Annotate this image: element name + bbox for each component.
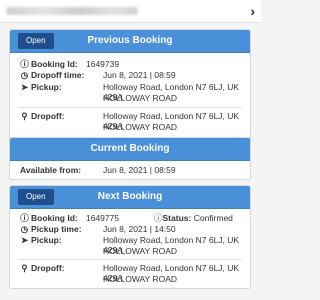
- previous-booking-header: Previous Booking Open: [10, 30, 250, 53]
- location-arrow-icon: ➤: [20, 235, 29, 245]
- pickup-label: Pickup:: [31, 82, 62, 92]
- current-booking-header: Current Booking: [10, 138, 250, 161]
- current-booking-card: Current Booking Available from: Jun 8, 2…: [9, 137, 251, 180]
- status-label: Status:: [162, 213, 192, 223]
- booking-id-label: Booking Id:: [31, 213, 78, 223]
- current-booking-title: Current Booking: [90, 143, 170, 154]
- dropoff-time-value: Jun 8, 2021 | 08:59: [103, 70, 176, 80]
- redacted-account-name: [6, 7, 138, 15]
- available-from-label: Available from:: [20, 165, 82, 175]
- status-value: Confirmed: [193, 213, 233, 223]
- previous-open-button[interactable]: Open: [18, 33, 54, 49]
- dropoff-address-line2: HOLLOWAY ROAD: [103, 274, 177, 284]
- booking-id-value: 1649739: [86, 59, 120, 69]
- divider: [18, 107, 242, 108]
- clock-icon: ◷: [20, 70, 29, 80]
- map-marker-icon: ⚲: [21, 111, 28, 121]
- booking-id-label: Booking Id:: [31, 59, 78, 69]
- next-booking-header: Next Booking Open: [10, 186, 250, 209]
- booking-id-value: 1649775: [86, 213, 120, 223]
- info-icon: ⓘ: [20, 59, 29, 69]
- available-from-value: Jun 8, 2021 | 08:59: [103, 165, 176, 175]
- dropoff-address-line2: HOLLOWAY ROAD: [103, 122, 177, 132]
- status-field: ⓘStatus: Confirmed: [154, 213, 233, 223]
- next-open-button[interactable]: Open: [18, 189, 54, 205]
- dropoff-label: Dropoff:: [31, 111, 65, 121]
- map-marker-icon: ⚲: [21, 263, 28, 273]
- dropoff-label: Dropoff:: [31, 263, 65, 273]
- location-arrow-icon: ➤: [20, 82, 29, 92]
- pickup-address-line2: HOLLOWAY ROAD: [103, 246, 177, 256]
- clock-icon: ◷: [20, 224, 29, 234]
- account-header[interactable]: ›: [0, 0, 261, 23]
- info-icon: ⓘ: [20, 213, 29, 223]
- dropoff-time-label: Dropoff time:: [31, 70, 85, 80]
- next-booking-card: Next Booking Open ⓘ Booking Id: 1649775 ⓘ…: [9, 185, 251, 289]
- chevron-right-icon[interactable]: ›: [250, 2, 255, 20]
- pickup-time-value: Jun 8, 2021 | 14:50: [103, 224, 176, 234]
- pickup-address-line2: HOLLOWAY ROAD: [103, 93, 177, 103]
- pickup-time-label: Pickup time:: [31, 224, 82, 234]
- divider: [18, 259, 242, 260]
- info-icon: ⓘ: [154, 213, 163, 223]
- pickup-label: Pickup:: [31, 235, 62, 245]
